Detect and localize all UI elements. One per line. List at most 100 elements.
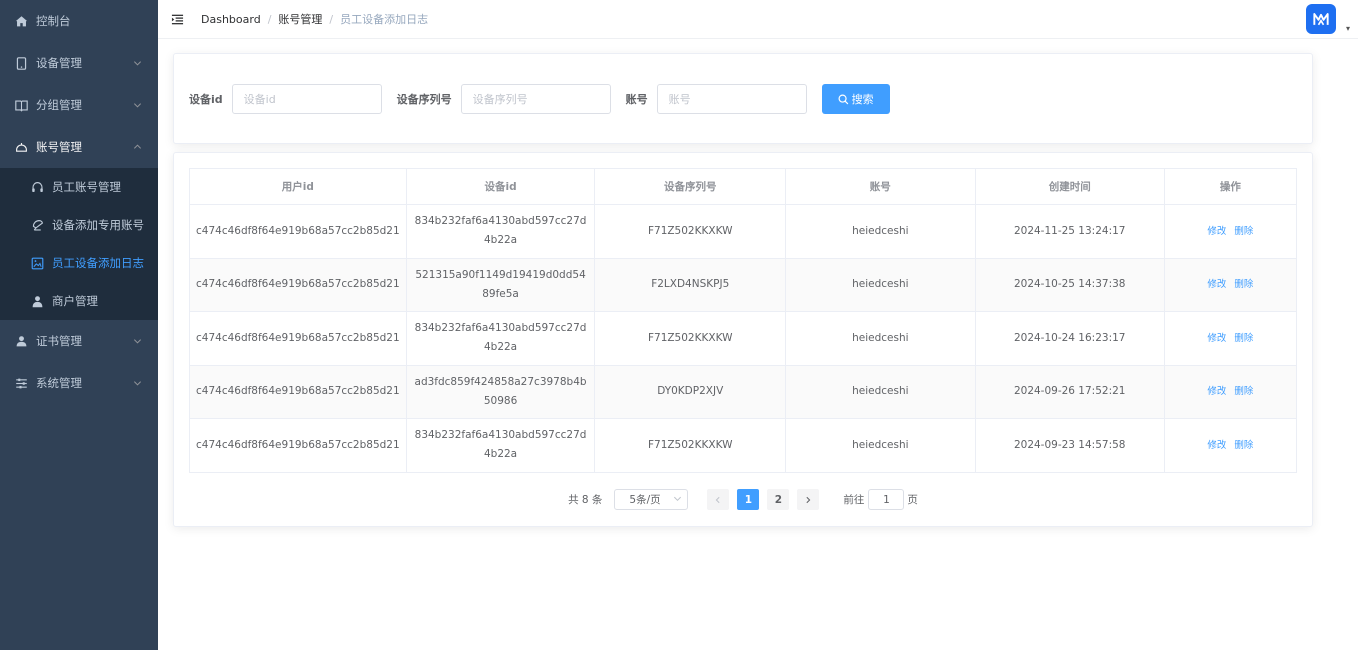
book-icon	[14, 98, 28, 112]
search-button[interactable]: 搜索	[821, 84, 890, 114]
page-button-2[interactable]: 2	[767, 489, 790, 510]
pagination: 共 8 条 5条/页 1 2 前往 1 页	[174, 489, 1312, 510]
sidebar-item-label: 证书管理	[36, 334, 82, 348]
search-card: 设备id 设备id 设备序列号 设备序列号 账号 账号 搜索	[173, 53, 1313, 144]
next-page-button[interactable]	[797, 489, 820, 510]
edit-link[interactable]: 修改	[1207, 226, 1226, 237]
column-header-created: 创建时间	[974, 168, 1165, 205]
cell-actions: 修改 删除	[1163, 364, 1298, 419]
sidebar: 控制台 设备管理 分组管理 账号管理 员工账号管理 设备添加专用账号 员工设备添…	[0, 0, 158, 650]
delete-link[interactable]: 删除	[1234, 440, 1253, 451]
sidebar-item-group-management[interactable]: 分组管理	[0, 84, 158, 126]
goto-page-input[interactable]: 1	[868, 489, 905, 510]
cell-account: heiedceshi	[785, 204, 976, 259]
breadcrumb-item[interactable]: Dashboard	[201, 13, 261, 26]
sidebar-item-label: 设备添加专用账号	[52, 218, 144, 232]
sidebar-item-device-management[interactable]: 设备管理	[0, 42, 158, 84]
cell-account: heiedceshi	[785, 257, 976, 312]
sidebar-item-label: 系统管理	[36, 376, 82, 390]
serial-label: 设备序列号	[396, 93, 452, 106]
table-card: 用户id 设备id 设备序列号 账号 创建时间 操作 c474c46df8f64…	[173, 152, 1313, 527]
page-button-1[interactable]: 1	[737, 489, 760, 510]
page-size-select[interactable]: 5条/页	[614, 489, 689, 510]
search-icon	[838, 94, 848, 104]
cell-user-id: c474c46df8f64e919b68a57cc2b85d21	[189, 257, 407, 312]
delete-link[interactable]: 删除	[1234, 386, 1253, 397]
cloud-icon	[14, 140, 28, 154]
sidebar-item-label: 设备管理	[36, 56, 82, 70]
caret-down-icon[interactable]: ▾	[1346, 24, 1350, 33]
device-id-input[interactable]: 设备id	[231, 84, 382, 114]
chevron-down-icon	[133, 337, 142, 346]
column-header-user-id: 用户id	[189, 168, 407, 205]
sidebar-item-device-add-accounts[interactable]: 设备添加专用账号	[0, 206, 158, 244]
sidebar-item-employee-accounts[interactable]: 员工账号管理	[0, 168, 158, 206]
breadcrumb-item[interactable]: 账号管理	[278, 11, 322, 27]
sidebar-item-certificate-management[interactable]: 证书管理	[0, 320, 158, 362]
account-input[interactable]: 账号	[656, 84, 807, 114]
page-size-value: 5条/页	[629, 494, 661, 506]
chevron-up-icon	[133, 143, 142, 152]
breadcrumb: Dashboard / 账号管理 / 员工设备添加日志	[201, 11, 428, 27]
picture-icon	[30, 256, 44, 270]
search-button-label: 搜索	[851, 93, 874, 106]
chevron-down-icon	[133, 101, 142, 110]
user-icon	[14, 334, 28, 348]
sidebar-item-label: 控制台	[36, 14, 71, 28]
table-row: c474c46df8f64e919b68a57cc2b85d21 ad3fdc8…	[189, 364, 1298, 419]
sidebar-item-label: 员工设备添加日志	[52, 256, 144, 270]
edit-link[interactable]: 修改	[1207, 386, 1226, 397]
cell-user-id: c474c46df8f64e919b68a57cc2b85d21	[189, 311, 407, 366]
delete-link[interactable]: 删除	[1234, 279, 1253, 290]
serial-input[interactable]: 设备序列号	[460, 84, 611, 114]
cell-account: heiedceshi	[785, 311, 976, 366]
account-label: 账号	[625, 93, 648, 106]
sidebar-item-label: 商户管理	[52, 294, 98, 308]
sidebar-item-label: 分组管理	[36, 98, 82, 112]
chevron-down-icon	[133, 379, 142, 388]
edit-link[interactable]: 修改	[1207, 333, 1226, 344]
headset-icon	[30, 180, 44, 194]
edit-link[interactable]: 修改	[1207, 279, 1226, 290]
goto-suffix: 页	[907, 494, 918, 506]
log-table: 用户id 设备id 设备序列号 账号 创建时间 操作 c474c46df8f64…	[189, 168, 1298, 473]
sidebar-item-system-management[interactable]: 系统管理	[0, 362, 158, 404]
cell-device-id: ad3fdc859f424858a27c3978b4b50986	[405, 364, 596, 419]
cell-actions: 修改 删除	[1163, 257, 1298, 312]
ice-cream-icon	[30, 218, 44, 232]
column-header-actions: 操作	[1163, 168, 1298, 205]
cell-created: 2024-09-23 14:57:58	[974, 418, 1165, 473]
cell-actions: 修改 删除	[1163, 418, 1298, 473]
edit-link[interactable]: 修改	[1207, 440, 1226, 451]
cell-created: 2024-10-25 14:37:38	[974, 257, 1165, 312]
hamburger-menu-icon[interactable]	[171, 12, 185, 26]
chevron-down-icon	[673, 494, 682, 503]
prev-page-button[interactable]	[707, 489, 730, 510]
cell-serial: DY0KDP2XJV	[594, 364, 787, 419]
cell-serial: F71Z502KKXKW	[594, 311, 787, 366]
cell-device-id: 834b232faf6a4130abd597cc27d4b22a	[405, 204, 596, 259]
cell-device-id: 834b232faf6a4130abd597cc27d4b22a	[405, 418, 596, 473]
sidebar-item-label: 员工账号管理	[52, 180, 121, 194]
goto-prefix: 前往	[843, 494, 865, 506]
sidebar-item-device-add-log[interactable]: 员工设备添加日志	[0, 244, 158, 282]
delete-link[interactable]: 删除	[1234, 226, 1253, 237]
account-submenu: 员工账号管理 设备添加专用账号 员工设备添加日志 商户管理	[0, 168, 158, 320]
search-form: 设备id 设备id 设备序列号 设备序列号 账号 账号 搜索	[189, 84, 890, 114]
cell-device-id: 834b232faf6a4130abd597cc27d4b22a	[405, 311, 596, 366]
cell-created: 2024-10-24 16:23:17	[974, 311, 1165, 366]
table-row: c474c46df8f64e919b68a57cc2b85d21 834b232…	[189, 418, 1298, 473]
person-icon	[30, 294, 44, 308]
cell-account: heiedceshi	[785, 418, 976, 473]
cell-account: heiedceshi	[785, 364, 976, 419]
delete-link[interactable]: 删除	[1234, 333, 1253, 344]
sidebar-item-label: 账号管理	[36, 140, 82, 154]
sidebar-item-dashboard[interactable]: 控制台	[0, 0, 158, 42]
chevron-left-icon	[716, 496, 720, 503]
sidebar-item-merchant-management[interactable]: 商户管理	[0, 282, 158, 320]
tablet-icon	[14, 56, 28, 70]
pagination-total: 共 8 条	[568, 494, 603, 506]
cell-serial: F71Z502KKXKW	[594, 418, 787, 473]
avatar[interactable]	[1306, 4, 1336, 34]
sidebar-item-account-management[interactable]: 账号管理	[0, 126, 158, 168]
